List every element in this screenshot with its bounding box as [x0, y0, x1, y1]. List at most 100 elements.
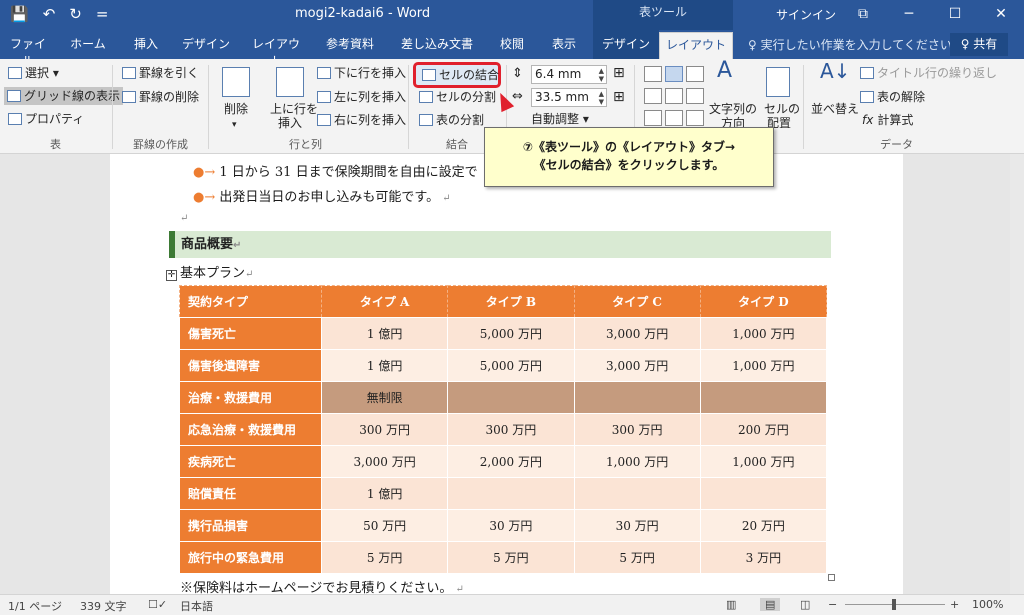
header-cell[interactable]: タイプ D: [699, 285, 828, 318]
table-resize-handle-icon[interactable]: [828, 574, 835, 581]
tab-view[interactable]: 表示: [546, 36, 582, 59]
row-label[interactable]: 賠償責任: [179, 477, 322, 510]
split-table-button[interactable]: 表の分割: [419, 112, 484, 128]
width-spinner-icon[interactable]: ▲ ▼: [599, 90, 604, 106]
table-cell[interactable]: 300 万円: [447, 413, 575, 446]
tab-insert[interactable]: 挿入: [128, 36, 164, 59]
align-top-center-icon[interactable]: [665, 66, 683, 82]
view-gridlines-button[interactable]: グリッド線の表示: [4, 87, 124, 105]
draw-border-button[interactable]: 罫線を引く: [122, 65, 199, 81]
insert-above-button-line2[interactable]: 挿入: [278, 115, 302, 131]
insert-below-button[interactable]: 下に行を挿入: [317, 65, 406, 81]
tab-design[interactable]: デザイン: [180, 36, 232, 59]
zoom-in-icon[interactable]: +: [950, 598, 959, 611]
tell-me-search[interactable]: ♀ 実行したい作業を入力してください: [748, 36, 952, 53]
align-bottom-center-icon[interactable]: [665, 110, 683, 126]
table-cell[interactable]: 20 万円: [699, 509, 828, 542]
row-label[interactable]: 疾病死亡: [179, 445, 322, 478]
header-cell[interactable]: タイプ C: [573, 285, 701, 318]
row-label[interactable]: 治療・救援費用: [179, 381, 322, 414]
table-cell[interactable]: [447, 477, 575, 510]
table-cell[interactable]: 50 万円: [320, 509, 449, 542]
autofit-button[interactable]: 自動調整 ▾: [531, 111, 589, 127]
redo-icon[interactable]: ↻: [69, 4, 82, 24]
row-height-field[interactable]: 6.4 mm ▲ ▼: [531, 65, 607, 84]
row-label[interactable]: 傷害後遺障害: [179, 349, 322, 382]
align-bottom-left-icon[interactable]: [644, 110, 662, 126]
delete-button[interactable]: 削除: [224, 101, 248, 117]
align-center-icon[interactable]: [665, 88, 683, 104]
share-button[interactable]: ♀ 共有: [950, 33, 1008, 56]
tab-file[interactable]: ファイル: [6, 36, 50, 68]
row-label[interactable]: 旅行中の緊急費用: [179, 541, 322, 574]
align-top-left-icon[interactable]: [644, 66, 662, 82]
table-cell[interactable]: 1,000 万円: [573, 445, 701, 478]
merge-cells-button[interactable]: セルの結合: [413, 62, 501, 88]
height-spinner-icon[interactable]: ▲ ▼: [599, 67, 604, 83]
vertical-scrollbar[interactable]: [1010, 154, 1024, 594]
language[interactable]: 日本語: [180, 598, 213, 614]
tab-table-design[interactable]: デザイン: [593, 30, 659, 59]
align-center-right-icon[interactable]: [686, 88, 704, 104]
table-cell[interactable]: 1,000 万円: [699, 445, 828, 478]
header-cell[interactable]: タイプ A: [320, 285, 449, 318]
maximize-icon[interactable]: ☐: [932, 0, 978, 30]
table-cell[interactable]: 5,000 万円: [447, 349, 575, 382]
table-cell[interactable]: 3,000 万円: [573, 317, 701, 350]
table-cell[interactable]: 30 万円: [447, 509, 575, 542]
undo-icon[interactable]: ↶: [43, 4, 56, 24]
tab-table-layout[interactable]: レイアウト: [659, 32, 733, 59]
tab-references[interactable]: 参考資料: [321, 36, 379, 59]
distribute-columns-icon[interactable]: ⊞: [613, 89, 625, 105]
table-cell[interactable]: 200 万円: [699, 413, 828, 446]
properties-button[interactable]: プロパティ: [8, 111, 84, 127]
table-cell[interactable]: 5 万円: [573, 541, 701, 574]
close-icon[interactable]: ✕: [978, 0, 1024, 30]
tab-mailings[interactable]: 差し込み文書: [396, 36, 478, 59]
table-cell[interactable]: [573, 381, 701, 414]
table-cell[interactable]: [699, 381, 828, 414]
table-cell[interactable]: 3,000 万円: [320, 445, 449, 478]
header-cell[interactable]: タイプ B: [447, 285, 575, 318]
sort-button[interactable]: 並べ替え: [811, 101, 859, 117]
repeat-header-button[interactable]: タイトル行の繰り返し: [860, 65, 997, 81]
table-cell[interactable]: 3 万円: [699, 541, 828, 574]
align-bottom-right-icon[interactable]: [686, 110, 704, 126]
select-button[interactable]: 選択 ▾: [8, 65, 59, 81]
insert-left-button[interactable]: 左に列を挿入: [317, 89, 406, 105]
tab-home[interactable]: ホーム: [66, 36, 110, 59]
zoom-slider-thumb[interactable]: [892, 599, 896, 610]
minimize-icon[interactable]: ─: [886, 0, 932, 30]
table-cell[interactable]: 5 万円: [447, 541, 575, 574]
split-cells-button[interactable]: セルの分割: [419, 89, 496, 105]
column-width-field[interactable]: 33.5 mm ▲ ▼: [531, 88, 607, 107]
table-cell[interactable]: 無制限: [320, 381, 449, 414]
print-layout-icon[interactable]: ▤: [760, 598, 781, 611]
table-cell[interactable]: 300 万円: [573, 413, 701, 446]
distribute-rows-icon[interactable]: ⊞: [613, 65, 625, 81]
table-cell[interactable]: 3,000 万円: [573, 349, 701, 382]
zoom-out-icon[interactable]: −: [828, 598, 837, 611]
table-cell[interactable]: [573, 477, 701, 510]
convert-to-text-button[interactable]: 表の解除: [860, 89, 925, 105]
table-cell[interactable]: [447, 381, 575, 414]
page-count[interactable]: 1/1 ページ: [8, 598, 62, 614]
proofing-icon[interactable]: ☐✓: [148, 598, 167, 611]
formula-button[interactable]: fx 計算式: [862, 112, 913, 128]
table-cell[interactable]: 2,000 万円: [447, 445, 575, 478]
plan-table[interactable]: 契約タイプ タイプ A タイプ B タイプ C タイプ D 傷害死亡 1 億円 …: [179, 285, 828, 574]
row-label[interactable]: 傷害死亡: [179, 317, 322, 350]
tab-layout[interactable]: レイアウト: [247, 36, 305, 68]
table-cell[interactable]: 1 億円: [320, 349, 449, 382]
signin-link[interactable]: サインイン: [776, 6, 836, 23]
row-label[interactable]: 携行品損害: [179, 509, 322, 542]
table-cell[interactable]: 1 億円: [320, 477, 449, 510]
table-cell[interactable]: 1,000 万円: [699, 317, 828, 350]
align-center-left-icon[interactable]: [644, 88, 662, 104]
word-count[interactable]: 339 文字: [80, 598, 127, 614]
erase-border-button[interactable]: 罫線の削除: [122, 89, 199, 105]
align-top-right-icon[interactable]: [686, 66, 704, 82]
header-cell[interactable]: 契約タイプ: [179, 285, 322, 318]
row-label[interactable]: 応急治療・救援費用: [179, 413, 322, 446]
table-move-handle-icon[interactable]: ✛: [166, 270, 177, 281]
